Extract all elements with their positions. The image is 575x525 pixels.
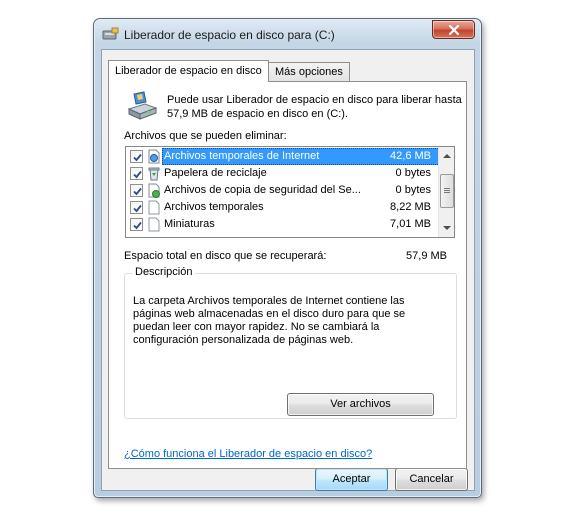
item-size: 0 bytes	[395, 184, 431, 196]
dialog-client-area: Liberador de espacio en disco Más opcion…	[101, 49, 475, 491]
checkmark-icon	[133, 221, 142, 230]
help-link[interactable]: ¿Cómo funciona el Liberador de espacio e…	[124, 448, 372, 460]
total-space-value: 57,9 MB	[406, 250, 447, 262]
internet-files-icon	[147, 149, 161, 164]
item-checkbox[interactable]	[130, 201, 143, 214]
item-checkbox[interactable]	[130, 150, 143, 163]
checkmark-icon	[133, 170, 142, 179]
vertical-scrollbar[interactable]	[438, 147, 454, 237]
item-checkbox[interactable]	[130, 167, 143, 180]
item-checkbox[interactable]	[130, 184, 143, 197]
files-listbox[interactable]: Archivos temporales de Internet 42,6 MB …	[125, 146, 455, 238]
close-button[interactable]	[432, 20, 475, 39]
list-item[interactable]: Miniaturas 7,01 MB	[126, 216, 440, 233]
item-name: Papelera de reciclaje	[164, 167, 267, 179]
close-icon	[449, 25, 459, 35]
files-to-delete-label: Archivos que se pueden eliminar:	[124, 130, 287, 142]
intro-text: Puede usar Liberador de espacio en disco…	[167, 94, 462, 120]
item-size: 0 bytes	[395, 167, 431, 179]
title-bar[interactable]: Liberador de espacio en disco para (C:)	[94, 19, 481, 49]
grip-line	[444, 188, 450, 189]
scroll-up-arrow-icon[interactable]	[442, 152, 452, 160]
blank-file-icon	[147, 200, 161, 215]
window-title: Liberador de espacio en disco para (C:)	[124, 28, 335, 42]
tab-more-options[interactable]: Más opciones	[268, 62, 350, 82]
accept-button[interactable]: Aceptar	[315, 468, 388, 491]
description-text: La carpeta Archivos temporales de Intern…	[133, 295, 406, 346]
tab-disk-cleanup[interactable]: Liberador de espacio en disco	[108, 60, 269, 82]
item-name: Archivos de copia de seguridad del Se...	[164, 184, 361, 196]
backup-files-icon	[147, 183, 161, 198]
scrollbar-thumb[interactable]	[440, 174, 454, 208]
disk-cleanup-icon	[102, 27, 119, 41]
item-size: 7,01 MB	[390, 218, 431, 230]
scroll-down-arrow-icon[interactable]	[442, 224, 452, 232]
list-item[interactable]: Archivos temporales de Internet 42,6 MB	[126, 148, 440, 165]
recycle-bin-icon	[147, 166, 161, 181]
checkmark-icon	[133, 187, 142, 196]
blank-file-icon	[147, 217, 161, 232]
checkmark-icon	[133, 204, 142, 213]
tab-panel: Puede usar Liberador de espacio en disco…	[108, 81, 467, 469]
description-legend: Descripción	[132, 266, 196, 278]
cancel-button[interactable]: Cancelar	[395, 468, 468, 491]
item-name: Archivos temporales de Internet	[164, 150, 320, 162]
disk-cleanup-window: Liberador de espacio en disco para (C:) …	[93, 18, 482, 498]
item-size: 8,22 MB	[390, 201, 431, 213]
item-name: Archivos temporales	[164, 201, 264, 213]
list-item[interactable]: Papelera de reciclaje 0 bytes	[126, 165, 440, 182]
total-space-label: Espacio total en disco que se recuperará…	[124, 250, 327, 262]
item-size: 42,6 MB	[390, 150, 431, 162]
view-files-button[interactable]: Ver archivos	[287, 393, 434, 416]
grip-line	[444, 190, 450, 191]
item-checkbox[interactable]	[130, 218, 143, 231]
drive-cleanup-icon	[125, 91, 159, 123]
checkmark-icon	[133, 153, 142, 162]
list-item[interactable]: Archivos de copia de seguridad del Se...…	[126, 182, 440, 199]
item-name: Miniaturas	[164, 218, 215, 230]
list-item[interactable]: Archivos temporales 8,22 MB	[126, 199, 440, 216]
grip-line	[444, 192, 450, 193]
